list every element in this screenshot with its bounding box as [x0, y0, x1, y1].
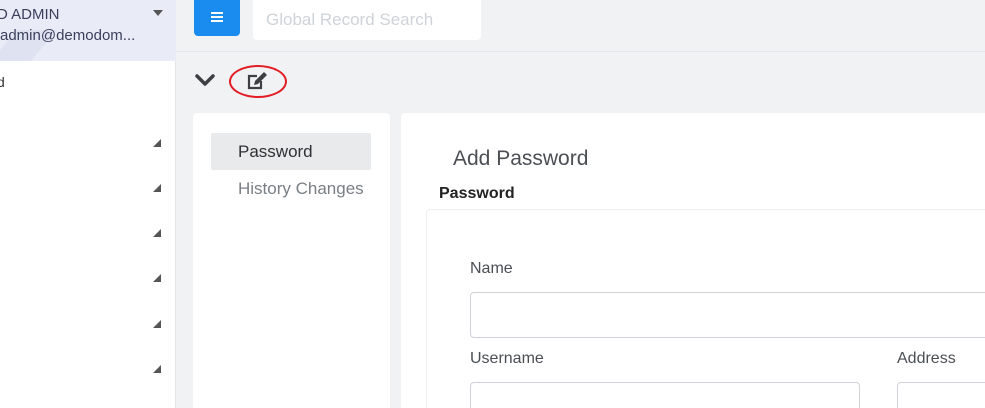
user-email: admin@demodom... — [0, 27, 136, 44]
expand-arrow-icon[interactable] — [153, 184, 161, 192]
expand-arrow-icon[interactable] — [153, 139, 161, 147]
form-panel: Name Username Address — [426, 209, 985, 408]
form-card: Add Password Password Name Username Addr… — [401, 113, 985, 408]
expand-arrow-icon[interactable] — [153, 320, 161, 328]
expand-arrow-icon[interactable] — [153, 229, 161, 237]
name-label: Name — [470, 260, 513, 277]
page-title: Add Password — [453, 147, 589, 170]
section-label: Password — [439, 185, 515, 202]
expand-arrow-icon[interactable] — [153, 365, 161, 373]
sidebar: D ADMIN admin@demodom... d — [0, 0, 176, 408]
search-input[interactable] — [253, 0, 481, 40]
caret-down-icon[interactable] — [153, 10, 163, 16]
chevron-down-icon[interactable] — [195, 73, 215, 92]
edit-icon[interactable] — [246, 70, 268, 97]
tab-panel: Password History Changes — [193, 113, 390, 408]
menu-button[interactable] — [194, 0, 240, 36]
menu-icon — [211, 9, 223, 27]
sidebar-item-label[interactable]: d — [0, 74, 5, 90]
username-field[interactable] — [470, 382, 860, 408]
name-field[interactable] — [470, 292, 985, 338]
address-label: Address — [897, 350, 956, 367]
address-field[interactable] — [897, 382, 985, 408]
tab-password[interactable]: Password — [211, 133, 371, 170]
username-label: Username — [470, 350, 544, 367]
user-profile[interactable]: D ADMIN admin@demodom... — [0, 0, 176, 61]
user-name: D ADMIN — [0, 6, 60, 23]
tab-history-changes[interactable]: History Changes — [211, 170, 371, 207]
expand-arrow-icon[interactable] — [153, 274, 161, 282]
